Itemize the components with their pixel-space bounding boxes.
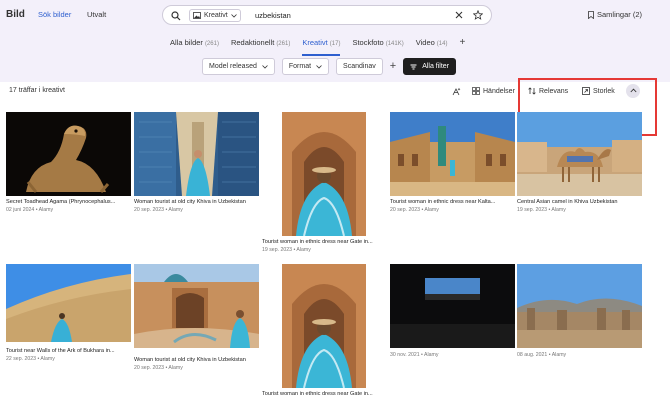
filter-icon — [410, 64, 417, 69]
image-caption[interactable]: Tourist woman in ethnic dress near Gate … — [262, 391, 387, 397]
format-filter[interactable]: Format — [281, 58, 330, 75]
image-meta: 02 juni 2024 • Alamy — [6, 207, 54, 213]
image-caption[interactable]: Tourist near Walls of the Ark of Bukhara… — [6, 348, 131, 354]
image-icon — [193, 12, 201, 19]
photo-thumbnail[interactable] — [517, 112, 642, 196]
result-tabs: Alla bilder (261) Redaktionellt (261) Krea… — [170, 38, 465, 56]
model-released-filter[interactable]: Model released — [202, 58, 275, 75]
bookmark-icon — [588, 10, 594, 19]
tab-creative[interactable]: Kreativt (17) — [302, 38, 341, 56]
tab-label: Video — [415, 38, 435, 47]
events-button[interactable]: Händelser — [472, 87, 515, 95]
image-meta: 30 nov. 2021 • Alamy — [390, 352, 439, 358]
tab-label: Kreativt — [302, 38, 328, 47]
photo-thumbnail[interactable] — [134, 112, 259, 196]
star-icon[interactable] — [472, 9, 484, 22]
image-meta: 19 sep. 2023 • Alamy — [517, 207, 566, 213]
tab-count: (141K) — [385, 41, 404, 47]
tab-label: Redaktionellt — [230, 38, 275, 47]
tab-count: (261) — [204, 41, 219, 47]
photo-thumbnail[interactable] — [282, 112, 366, 236]
image-meta: 20 sep. 2023 • Alamy — [390, 207, 439, 213]
tab-label: Stockfoto — [352, 38, 384, 47]
photo-thumbnail[interactable] — [6, 112, 131, 196]
tab-video[interactable]: Video (14) — [416, 38, 448, 52]
scandinavian-filter[interactable]: Scandinav — [336, 58, 383, 75]
image-caption[interactable]: Tourist woman in ethnic dress near Gate … — [262, 239, 387, 245]
content-type-label: Kreativt — [204, 11, 228, 19]
photo-thumbnail[interactable] — [390, 112, 515, 196]
image-meta: 20 sep. 2023 • Alamy — [134, 207, 183, 213]
tab-stock-photo[interactable]: Stockfoto (141K) — [352, 38, 403, 52]
photo-thumbnail[interactable] — [282, 264, 366, 388]
all-filters-button[interactable]: Alla filter — [403, 58, 457, 75]
chevron-down-icon — [230, 13, 237, 18]
all-filters-label: Alla filter — [422, 63, 450, 70]
photo-thumbnail[interactable] — [6, 264, 131, 342]
photo-thumbnail[interactable] — [517, 264, 642, 348]
filter-label: Model released — [209, 63, 257, 70]
image-meta: 19 sep. 2023 • Alamy — [262, 247, 311, 253]
image-caption[interactable]: Central Asian camel in Khiva Uzbekistan — [517, 199, 642, 205]
chevron-down-icon — [262, 64, 268, 69]
chevron-down-icon — [316, 64, 322, 69]
image-caption[interactable]: Woman tourist at old city Khiva in Uzbek… — [134, 357, 259, 363]
header-area: Bild Sök bilder Utvalt Kreativt Samlinga… — [0, 0, 670, 82]
photo-thumbnail[interactable] — [134, 264, 259, 348]
add-filter-icon[interactable]: + — [390, 61, 396, 72]
nav-featured[interactable]: Utvalt — [87, 10, 106, 19]
search-icon[interactable] — [171, 11, 181, 23]
image-caption[interactable]: Secret Toadhead Agama (Phrynocephalus... — [6, 199, 131, 205]
search-input[interactable] — [255, 9, 445, 22]
collections-button[interactable]: Samlingar (2) — [588, 10, 642, 19]
tab-editorial[interactable]: Redaktionellt (261) — [231, 38, 290, 52]
tab-count: (14) — [436, 41, 448, 47]
nav-search-images[interactable]: Sök bilder — [38, 10, 71, 19]
filter-label: Scandinav — [343, 63, 376, 70]
brand-logo[interactable]: Bild — [6, 9, 25, 20]
image-caption[interactable]: Tourist woman in ethnic dress near Kalta… — [390, 199, 515, 205]
image-caption[interactable]: Woman tourist at old city Khiva in Uzbek… — [134, 199, 259, 205]
image-meta: 20 sep. 2023 • Alamy — [134, 365, 183, 371]
search-bar: Kreativt — [162, 5, 492, 25]
events-label: Händelser — [483, 87, 515, 95]
collections-label: Samlingar (2) — [596, 10, 642, 19]
tab-label: Alla bilder — [170, 38, 203, 47]
filter-label: Format — [288, 63, 312, 70]
clear-search-icon[interactable] — [455, 11, 463, 21]
content-type-select[interactable]: Kreativt — [189, 9, 241, 22]
ai-tool-icon[interactable] — [452, 87, 461, 96]
top-bar: Bild Sök bilder Utvalt Kreativt Samlinga… — [0, 0, 670, 30]
tab-all-images[interactable]: Alla bilder (261) — [170, 38, 219, 52]
filter-bar: Model released Format Scandinav + Alla f… — [202, 58, 457, 75]
tab-count: (17) — [329, 41, 341, 47]
image-meta: 22 sep. 2023 • Alamy — [6, 356, 55, 362]
results-count: 17 träffar i kreativt — [9, 87, 65, 94]
tab-count: (261) — [276, 41, 291, 47]
photo-thumbnail[interactable] — [390, 264, 515, 348]
add-tab-icon[interactable]: + — [459, 38, 465, 52]
image-meta: 08 aug. 2021 • Alamy — [517, 352, 567, 358]
grid-icon — [472, 87, 480, 95]
